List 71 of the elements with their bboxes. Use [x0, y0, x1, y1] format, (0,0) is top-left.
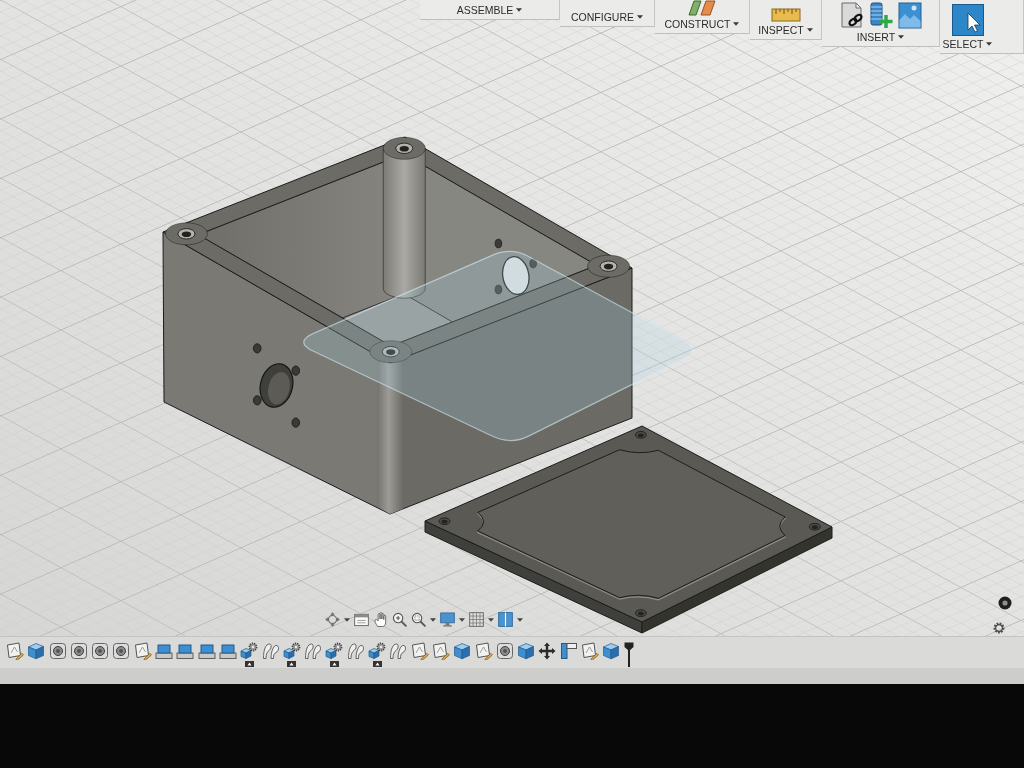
cube-icon[interactable]: [453, 642, 472, 660]
cube-icon[interactable]: [517, 642, 536, 660]
caret-icon: [733, 21, 740, 26]
sketch-icon[interactable]: [133, 642, 152, 660]
toolbar-menu-button[interactable]: INSPECT: [758, 24, 813, 37]
cube-gear-icon[interactable]: [282, 642, 301, 660]
slab-icon[interactable]: [176, 642, 195, 660]
sketch-icon[interactable]: [474, 642, 493, 660]
bracket-icon[interactable]: [559, 642, 578, 660]
sketch-icon[interactable]: [581, 642, 599, 660]
caret-icon: [806, 28, 813, 33]
cube-gear-icon[interactable]: [240, 642, 259, 660]
curves-icon[interactable]: [389, 642, 408, 660]
caret-icon: [516, 8, 523, 12]
hole-icon[interactable]: [112, 642, 131, 660]
hole-icon[interactable]: [69, 642, 88, 660]
hand-icon[interactable]: [373, 612, 388, 627]
move-icon[interactable]: [538, 642, 557, 660]
zoom-in-icon[interactable]: [392, 612, 407, 627]
slab-icon[interactable]: [197, 642, 216, 660]
screw-plus-icon[interactable]: [868, 2, 893, 30]
cube-icon[interactable]: [27, 642, 46, 660]
curves-icon[interactable]: [304, 642, 323, 660]
toolbar-menu-button[interactable]: SELECT: [942, 38, 993, 50]
curves-icon[interactable]: [261, 642, 280, 660]
caret-icon[interactable]: [430, 617, 436, 622]
screw-hole: [634, 609, 647, 618]
cube-gear-icon[interactable]: [368, 642, 387, 660]
timeline-marker[interactable]: [623, 642, 634, 667]
screw-hole: [808, 522, 821, 531]
settings-icon[interactable]: [993, 622, 1005, 634]
toolbar-menu-button[interactable]: CONFIGURE: [571, 10, 643, 23]
caret-icon: [986, 42, 993, 46]
toolbar-menu-button[interactable]: CONSTRUCT: [664, 17, 740, 30]
toolbar-menu-button[interactable]: INSERT: [856, 31, 905, 44]
ruler-icon[interactable]: [770, 8, 801, 23]
curves-icon[interactable]: [346, 642, 365, 660]
linked-document-icon[interactable]: [839, 2, 864, 30]
hole-icon[interactable]: [91, 642, 110, 660]
caret-icon: [898, 35, 905, 40]
marker-icon: [287, 661, 297, 667]
image-icon[interactable]: [897, 2, 922, 30]
cube-gear-icon[interactable]: [325, 642, 344, 660]
sketch-icon[interactable]: [431, 642, 450, 660]
ring-icon[interactable]: [998, 596, 1012, 610]
sketch-icon[interactable]: [6, 642, 24, 660]
monitor-icon[interactable]: [440, 612, 455, 627]
split-view-icon[interactable]: [498, 612, 513, 627]
caret-icon[interactable]: [344, 617, 350, 622]
caret-icon[interactable]: [459, 617, 465, 622]
caret-icon[interactable]: [517, 617, 523, 622]
slab-icon[interactable]: [155, 642, 174, 660]
cube-icon[interactable]: [602, 642, 621, 660]
caret-icon[interactable]: [488, 617, 494, 622]
grid-icon[interactable]: [469, 612, 484, 627]
window-icon[interactable]: [354, 612, 369, 627]
hole-icon[interactable]: [48, 642, 67, 660]
orbit-icon[interactable]: [325, 612, 340, 627]
slab-icon[interactable]: [218, 642, 237, 660]
caret-icon: [637, 14, 643, 19]
cursor-icon[interactable]: [951, 4, 984, 36]
toolbar-menu-button[interactable]: ASSEMBLE: [456, 4, 523, 16]
zoom-icon[interactable]: [411, 612, 426, 627]
screw-hole: [634, 430, 647, 439]
planes-icon[interactable]: [688, 0, 716, 16]
marker-icon: [329, 661, 339, 667]
marker-icon: [244, 661, 254, 667]
screw-hole: [438, 517, 451, 526]
hole-icon[interactable]: [495, 642, 514, 660]
marker-icon: [372, 661, 382, 667]
sketch-icon[interactable]: [410, 642, 429, 660]
